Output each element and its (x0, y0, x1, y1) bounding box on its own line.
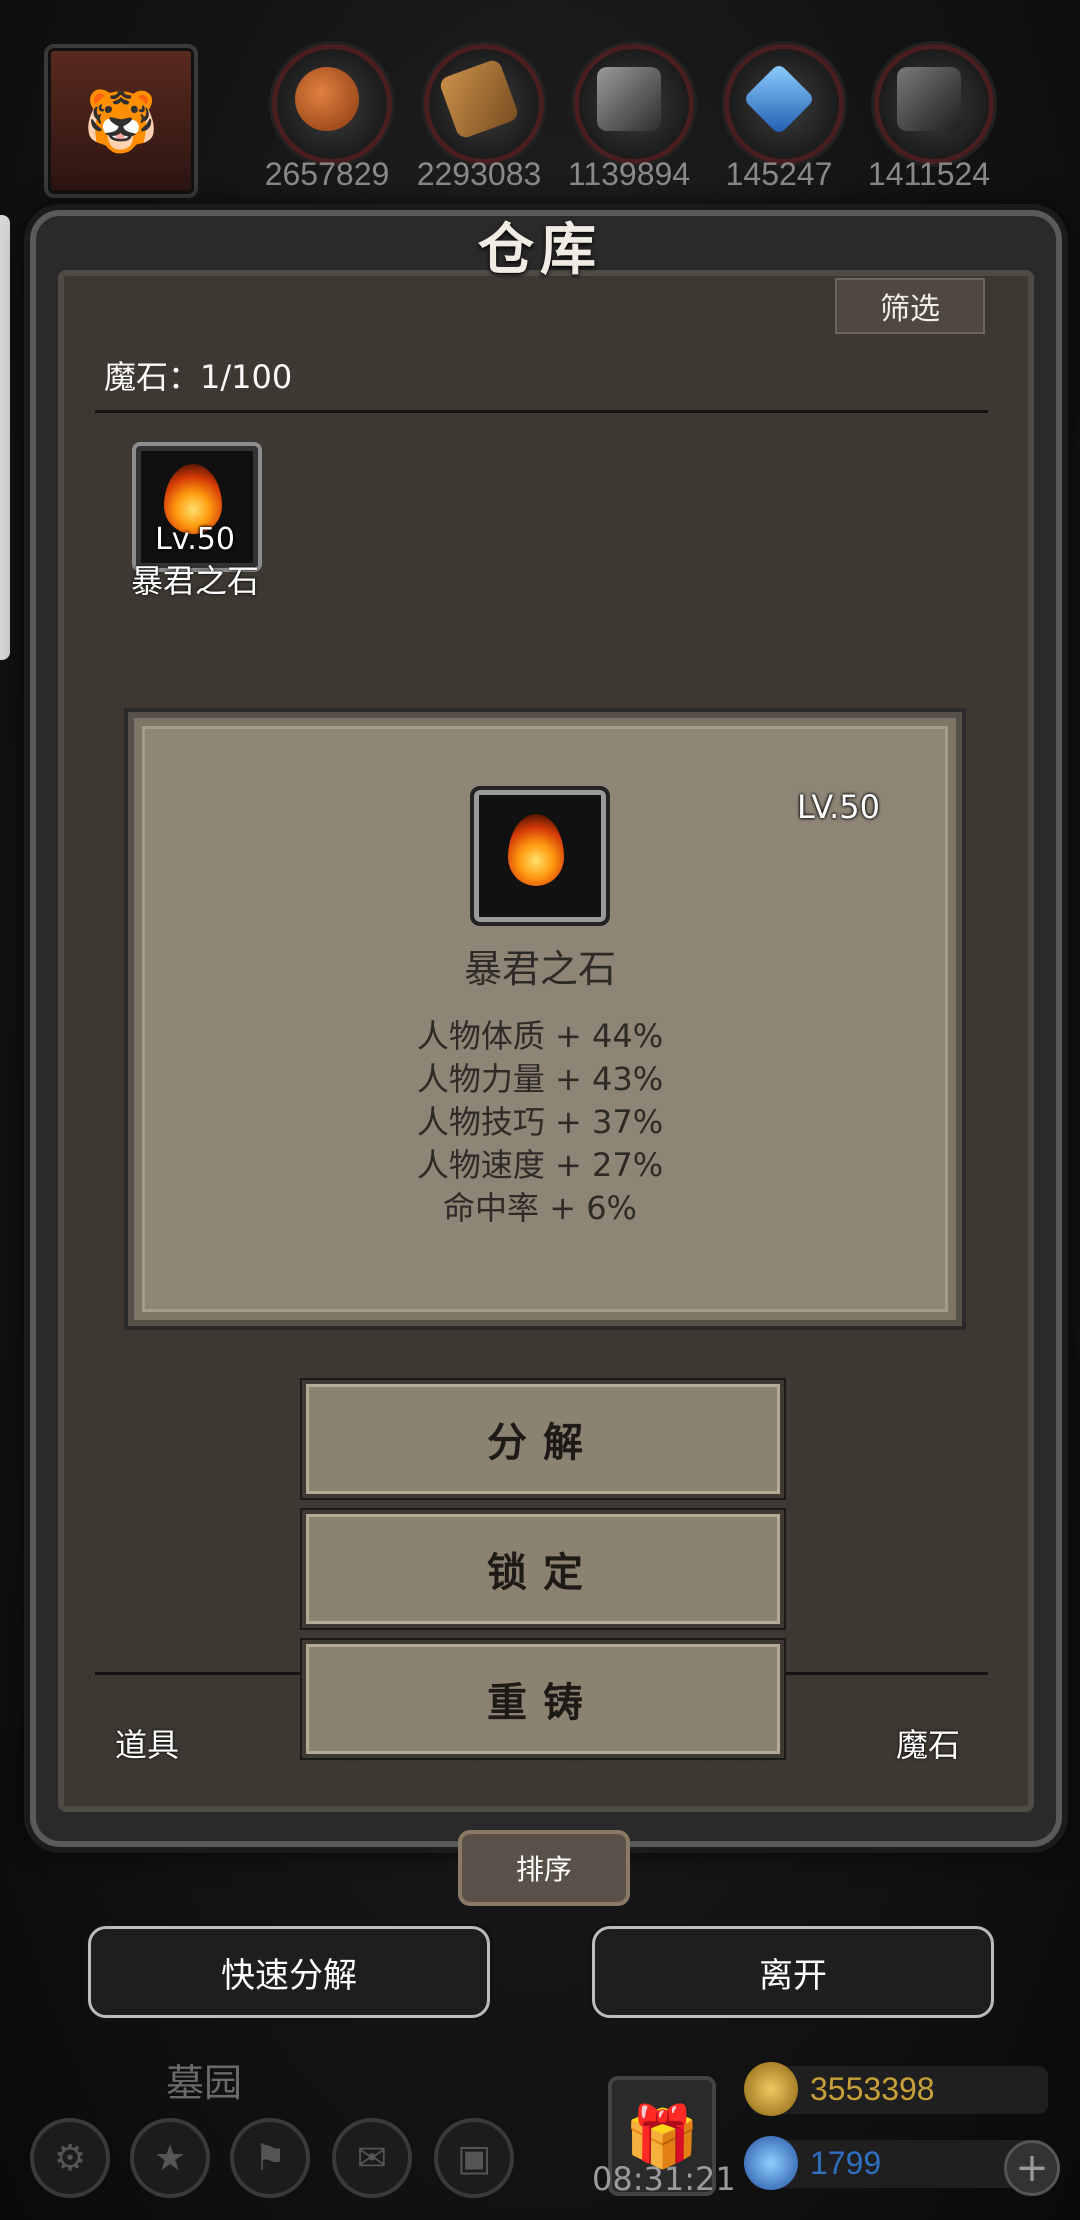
tab-magic-stones[interactable]: 魔石 (896, 1720, 960, 1766)
add-currency-button[interactable]: + (1004, 2140, 1060, 2196)
iron-value: 1411524 (867, 156, 991, 192)
steel-resource (574, 44, 694, 164)
location-label: 墓园 (166, 2061, 243, 2105)
guild-icon[interactable]: ⚑ (230, 2118, 310, 2198)
wood-resource (424, 44, 544, 164)
gem-icon (744, 2136, 798, 2190)
filter-button[interactable]: 筛选 (835, 278, 985, 334)
tiger-avatar-icon: 🐯 (83, 86, 159, 157)
lock-button[interactable]: 锁定 (302, 1510, 784, 1628)
crystal-value: 145247 (725, 156, 833, 192)
quick-decompose-button[interactable]: 快速分解 (88, 1926, 490, 2018)
bag-icon[interactable]: ▣ (434, 2118, 514, 2198)
inventory-item-name: 暴君之石 (130, 562, 259, 600)
gem-value: 1799 (810, 2145, 882, 2181)
steel-value: 1139894 (567, 156, 691, 192)
stat-constitution: 人物体质 + 44% (416, 1017, 664, 1055)
stat-strength: 人物力量 + 43% (416, 1060, 664, 1098)
ore-value: 2657829 (264, 156, 390, 192)
steel-icon (597, 67, 661, 131)
divider-top (95, 410, 988, 413)
decompose-button[interactable]: 分解 (302, 1380, 784, 1498)
iron-icon (897, 67, 961, 131)
iron-resource (874, 44, 994, 164)
leave-button[interactable]: 离开 (592, 1926, 994, 2018)
flame-stone-icon (508, 814, 564, 886)
ore-resource (272, 44, 392, 164)
stat-skill: 人物技巧 + 37% (416, 1103, 664, 1141)
wood-value: 2293083 (416, 156, 542, 192)
mail-icon[interactable]: ✉ (332, 2118, 412, 2198)
settings-icon[interactable]: ⚙ (30, 2118, 110, 2198)
clock-time: 08:31:21 (592, 2160, 736, 2198)
detail-name: 暴君之石 (463, 947, 616, 991)
stat-speed: 人物速度 + 27% (416, 1146, 664, 1184)
wood-icon (437, 57, 521, 141)
crystal-resource (724, 44, 844, 164)
sort-button[interactable]: 排序 (458, 1830, 630, 1906)
tab-items[interactable]: 道具 (115, 1720, 179, 1766)
crystal-icon (742, 62, 816, 136)
player-avatar[interactable]: 🐯 (44, 44, 198, 198)
stat-accuracy: 命中率 + 6% (443, 1189, 637, 1227)
recast-button[interactable]: 重铸 (302, 1640, 784, 1758)
detail-level: LV.50 (797, 788, 880, 826)
inventory-item-level: Lv.50 (155, 522, 235, 557)
side-drawer-handle[interactable] (0, 215, 10, 660)
detail-item-slot (470, 786, 610, 926)
gold-value: 3553398 (810, 2071, 935, 2107)
gold-coin-icon (744, 2062, 798, 2116)
achievement-icon[interactable]: ★ (130, 2118, 210, 2198)
stone-count: 魔石：1/100 (104, 358, 293, 396)
ore-icon (295, 67, 359, 131)
warehouse-title: 仓库 (478, 217, 602, 283)
